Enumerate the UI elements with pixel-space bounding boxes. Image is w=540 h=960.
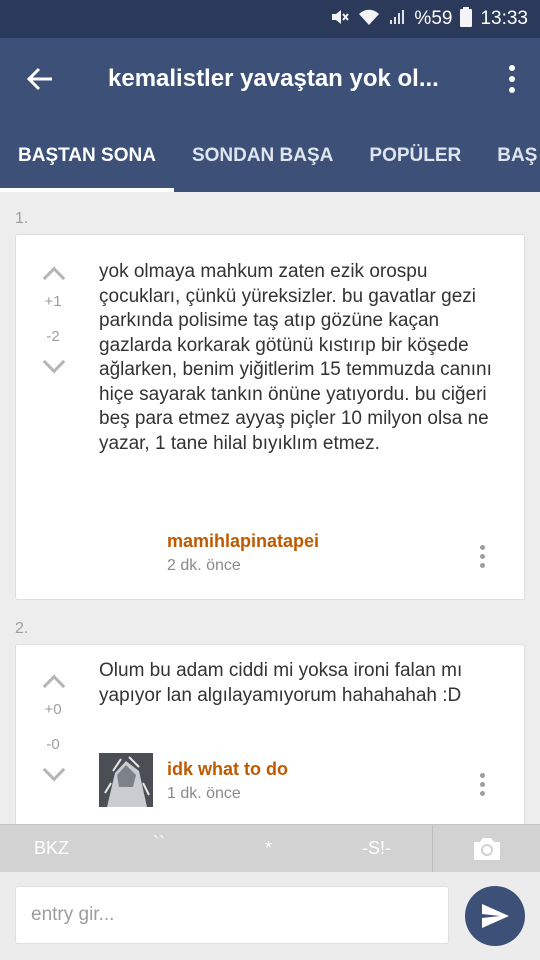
battery-icon — [460, 6, 473, 32]
entry-text: yok olmaya mahkum zaten ezik orospu çocu… — [99, 261, 492, 454]
upvote-count: +0 — [44, 701, 62, 718]
downvote-icon[interactable] — [43, 355, 63, 375]
app-bar: kemalistler yavaştan yok ol... — [0, 38, 540, 120]
format-toolbar: BKZ `` * -S!- — [0, 824, 540, 873]
entry-time: 1 dk. önce — [167, 785, 241, 802]
battery-percent: %59 — [414, 8, 453, 29]
avatar[interactable] — [99, 753, 153, 807]
wifi-icon — [358, 8, 380, 31]
tab-bas[interactable]: BAŞ — [479, 120, 540, 192]
send-icon — [482, 904, 509, 928]
avatar-image — [99, 753, 153, 807]
page-title: kemalistler yavaştan yok ol... — [108, 65, 439, 92]
backtick-button[interactable]: `` — [153, 833, 165, 854]
author-name[interactable]: mamihlapinatapei — [167, 531, 319, 552]
send-button[interactable] — [465, 886, 525, 946]
more-vert-icon — [479, 544, 485, 550]
bkz-button[interactable]: BKZ — [34, 838, 69, 859]
entry-card: +0 -0 Olum bu adam ciddi mi yoksa ironi … — [15, 644, 525, 824]
clock: 13:33 — [480, 8, 528, 29]
upvote-count: +1 — [44, 293, 62, 310]
camera-icon — [473, 838, 500, 860]
entry-list[interactable]: 1. +1 -2 yok olmaya mahkum zaten ezik or… — [0, 192, 540, 824]
upvote-icon[interactable] — [43, 263, 63, 283]
downvote-count: -2 — [46, 328, 60, 345]
entry-number: 2. — [15, 620, 29, 637]
entry-menu-button[interactable] — [472, 541, 492, 571]
more-menu-button[interactable] — [484, 38, 540, 120]
entry-input[interactable] — [15, 886, 449, 944]
author-name[interactable]: idk what to do — [167, 759, 288, 780]
tab-bastan-sona[interactable]: BAŞTAN SONA — [0, 120, 174, 192]
vote-column: +0 -0 — [16, 671, 90, 783]
entry-menu-button[interactable] — [472, 769, 492, 799]
more-vert-icon — [479, 772, 485, 778]
spoiler-button[interactable]: -S!- — [362, 838, 391, 859]
tab-populer[interactable]: POPÜLER — [351, 120, 479, 192]
downvote-icon[interactable] — [43, 763, 63, 783]
upvote-icon[interactable] — [43, 671, 63, 691]
entry-text: Olum bu adam ciddi mi yoksa ironi falan … — [99, 660, 463, 706]
entry-time: 2 dk. önce — [167, 557, 241, 574]
camera-button[interactable] — [432, 825, 540, 873]
entry-card: +1 -2 yok olmaya mahkum zaten ezik orosp… — [15, 234, 525, 600]
arrow-left-icon — [26, 67, 52, 91]
more-vert-icon — [509, 65, 515, 71]
status-bar: %59 13:33 — [0, 0, 540, 38]
downvote-count: -0 — [46, 736, 60, 753]
vote-column: +1 -2 — [16, 263, 90, 375]
entry-number: 1. — [15, 210, 29, 227]
tab-sondan-basa[interactable]: SONDAN BAŞA — [174, 120, 351, 192]
asterisk-button[interactable]: * — [265, 838, 272, 859]
back-button[interactable] — [0, 38, 80, 120]
signal-icon — [388, 8, 406, 31]
compose-bar — [0, 872, 540, 960]
mute-icon — [330, 8, 350, 31]
sort-tabs: BAŞTAN SONA SONDAN BAŞA POPÜLER BAŞ — [0, 120, 540, 192]
